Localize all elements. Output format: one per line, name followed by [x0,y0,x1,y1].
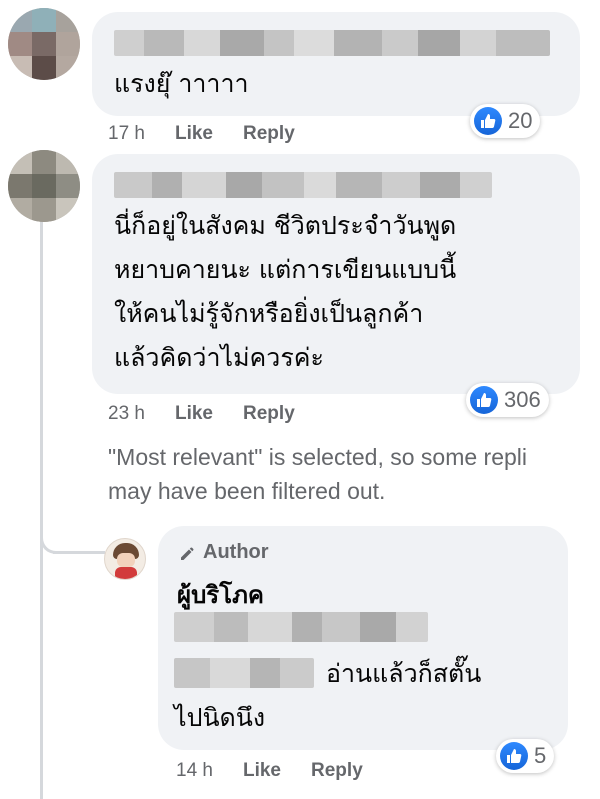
comment-text-line: นี่ก็อยู่ในสังคม ชีวิตประจำวันพูด [114,211,457,240]
reply-text-line: ไปนิดนึง [174,703,266,732]
reply-text-redacted [174,612,428,642]
author-avatar[interactable] [104,538,146,580]
comment-text-line: ให้คนไม่รู้จักหรือยิ่งเป็นลูกค้า [114,299,424,328]
like-button[interactable]: Like [175,403,213,425]
reply-button[interactable]: Reply [243,403,295,425]
filter-notice: "Most relevant" is selected, so some rep… [108,440,527,508]
reply-author-name[interactable]: ผู้บริโภค [177,575,264,614]
thread-connector-line [40,218,43,799]
author-badge: Author [178,541,269,564]
avatar[interactable] [8,150,80,222]
reply-text-redacted [174,658,314,688]
reaction-count-badge[interactable]: 306 [466,383,549,417]
reply-timestamp[interactable]: 14 h [176,760,213,782]
reply-button[interactable]: Reply [243,123,295,145]
comment-bubble: นี่ก็อยู่ในสังคม ชีวิตประจำวันพูด หยาบคา… [92,154,580,394]
pencil-icon [181,547,194,560]
reply-actions: 14 h Like Reply [176,760,393,782]
comment-timestamp[interactable]: 23 h [108,403,145,425]
author-badge-label: Author [203,541,269,563]
thumbs-up-icon [500,742,528,770]
like-button[interactable]: Like [175,123,213,145]
reaction-count: 20 [508,108,533,133]
commenter-name-redacted[interactable] [114,172,492,198]
reply-button[interactable]: Reply [311,760,363,782]
thread-connector-branch [53,551,105,554]
comment-text-line: แล้วคิดว่าไม่ควรค่ะ [114,343,324,372]
avatar[interactable] [8,8,80,80]
filter-notice-line: may have been filtered out. [108,478,386,504]
like-button[interactable]: Like [243,760,281,782]
comment-actions: 17 h Like Reply [108,123,325,145]
comment-timestamp[interactable]: 17 h [108,123,145,145]
reaction-count-badge[interactable]: 5 [496,739,555,773]
thumbs-up-icon [474,107,502,135]
reaction-count: 5 [534,743,547,768]
comment-actions: 23 h Like Reply [108,403,325,425]
thumbs-up-icon [470,386,498,414]
filter-notice-line: "Most relevant" is selected, so some rep… [108,444,527,470]
commenter-name-redacted[interactable] [114,30,550,56]
reaction-count: 306 [504,387,541,412]
reply-text-line: อ่านแล้วก็สตั๊น [326,659,482,688]
comment-text-line: หยาบคายนะ แต่การเขียนแบบนี้ [114,255,457,284]
comment-text: แรงยุ๊ าาาาา [114,69,249,98]
reaction-count-badge[interactable]: 20 [470,104,541,138]
comment-bubble: แรงยุ๊ าาาาา [92,12,580,116]
